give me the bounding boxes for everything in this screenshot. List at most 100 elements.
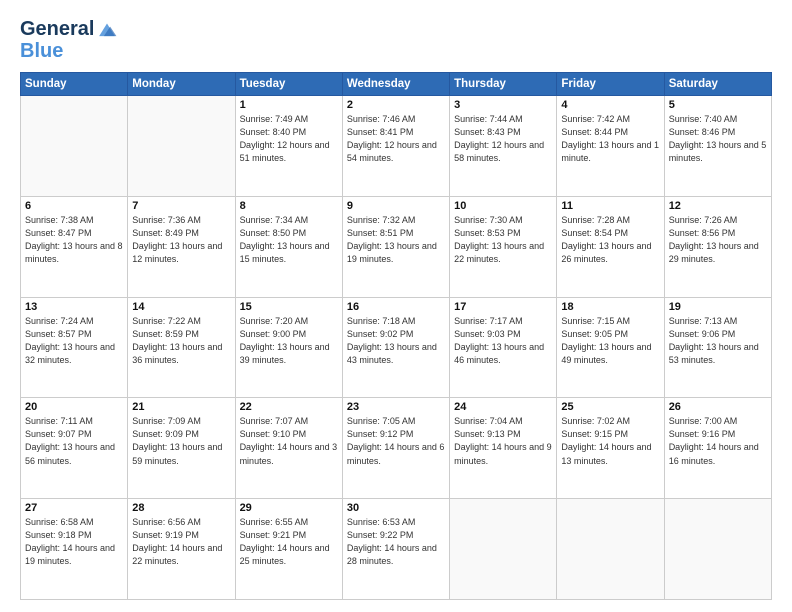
calendar-cell (128, 96, 235, 197)
calendar-cell (664, 499, 771, 600)
calendar-cell: 22 Sunrise: 7:07 AM Sunset: 9:10 PM Dayli… (235, 398, 342, 499)
calendar-cell: 19 Sunrise: 7:13 AM Sunset: 9:06 PM Dayli… (664, 297, 771, 398)
day-number: 23 (347, 401, 445, 413)
day-number: 15 (240, 301, 338, 313)
day-info: Sunrise: 7:30 AM Sunset: 8:53 PM Dayligh… (454, 214, 552, 266)
day-number: 6 (25, 200, 123, 212)
calendar-cell: 14 Sunrise: 7:22 AM Sunset: 8:59 PM Dayli… (128, 297, 235, 398)
calendar-cell: 30 Sunrise: 6:53 AM Sunset: 9:22 PM Dayli… (342, 499, 449, 600)
week-row-2: 6 Sunrise: 7:38 AM Sunset: 8:47 PM Daylig… (21, 196, 772, 297)
weekday-header-monday: Monday (128, 73, 235, 96)
weekday-header-sunday: Sunday (21, 73, 128, 96)
day-number: 20 (25, 401, 123, 413)
day-number: 21 (132, 401, 230, 413)
calendar-cell: 4 Sunrise: 7:42 AM Sunset: 8:44 PM Daylig… (557, 96, 664, 197)
weekday-header-thursday: Thursday (450, 73, 557, 96)
day-info: Sunrise: 7:28 AM Sunset: 8:54 PM Dayligh… (561, 214, 659, 266)
day-info: Sunrise: 7:40 AM Sunset: 8:46 PM Dayligh… (669, 113, 767, 165)
calendar-cell: 3Sunrise: 7:44 AM Sunset: 8:43 PM Daylig… (450, 96, 557, 197)
day-info: Sunrise: 7:11 AM Sunset: 9:07 PM Dayligh… (25, 415, 123, 467)
calendar-cell: 18 Sunrise: 7:15 AM Sunset: 9:05 PM Dayli… (557, 297, 664, 398)
day-info: Sunrise: 7:18 AM Sunset: 9:02 PM Dayligh… (347, 315, 445, 367)
day-number: 26 (669, 401, 767, 413)
week-row-5: 27 Sunrise: 6:58 AM Sunset: 9:18 PM Dayli… (21, 499, 772, 600)
calendar-cell: 9 Sunrise: 7:32 AM Sunset: 8:51 PM Daylig… (342, 196, 449, 297)
day-info: Sunrise: 7:04 AM Sunset: 9:13 PM Dayligh… (454, 415, 552, 467)
day-info: Sunrise: 6:56 AM Sunset: 9:19 PM Dayligh… (132, 516, 230, 568)
weekday-header-saturday: Saturday (664, 73, 771, 96)
weekday-header-wednesday: Wednesday (342, 73, 449, 96)
day-info: Sunrise: 7:02 AM Sunset: 9:15 PM Dayligh… (561, 415, 659, 467)
day-number: 8 (240, 200, 338, 212)
calendar-cell: 23Sunrise: 7:05 AM Sunset: 9:12 PM Dayli… (342, 398, 449, 499)
calendar-cell: 10 Sunrise: 7:30 AM Sunset: 8:53 PM Dayli… (450, 196, 557, 297)
day-number: 11 (561, 200, 659, 212)
day-number: 13 (25, 301, 123, 313)
calendar-cell: 5 Sunrise: 7:40 AM Sunset: 8:46 PM Daylig… (664, 96, 771, 197)
day-number: 1 (240, 99, 338, 111)
day-number: 4 (561, 99, 659, 111)
logo-text-general: General (20, 18, 94, 40)
calendar-cell: 6 Sunrise: 7:38 AM Sunset: 8:47 PM Daylig… (21, 196, 128, 297)
day-number: 12 (669, 200, 767, 212)
day-number: 16 (347, 301, 445, 313)
calendar-table: SundayMondayTuesdayWednesdayThursdayFrid… (20, 72, 772, 600)
day-number: 30 (347, 502, 445, 514)
day-number: 27 (25, 502, 123, 514)
day-number: 14 (132, 301, 230, 313)
day-info: Sunrise: 6:58 AM Sunset: 9:18 PM Dayligh… (25, 516, 123, 568)
day-number: 9 (347, 200, 445, 212)
logo: General Blue (20, 18, 118, 62)
day-number: 17 (454, 301, 552, 313)
day-info: Sunrise: 7:32 AM Sunset: 8:51 PM Dayligh… (347, 214, 445, 266)
day-info: Sunrise: 7:42 AM Sunset: 8:44 PM Dayligh… (561, 113, 659, 165)
week-row-3: 13 Sunrise: 7:24 AM Sunset: 8:57 PM Dayli… (21, 297, 772, 398)
calendar-cell: 25 Sunrise: 7:02 AM Sunset: 9:15 PM Dayli… (557, 398, 664, 499)
calendar-cell: 26 Sunrise: 7:00 AM Sunset: 9:16 PM Dayli… (664, 398, 771, 499)
calendar-cell: 7 Sunrise: 7:36 AM Sunset: 8:49 PM Daylig… (128, 196, 235, 297)
day-number: 25 (561, 401, 659, 413)
calendar-cell: 27 Sunrise: 6:58 AM Sunset: 9:18 PM Dayli… (21, 499, 128, 600)
day-info: Sunrise: 7:22 AM Sunset: 8:59 PM Dayligh… (132, 315, 230, 367)
calendar-cell: 15Sunrise: 7:20 AM Sunset: 9:00 PM Dayli… (235, 297, 342, 398)
day-number: 19 (669, 301, 767, 313)
day-number: 22 (240, 401, 338, 413)
day-info: Sunrise: 6:53 AM Sunset: 9:22 PM Dayligh… (347, 516, 445, 568)
calendar-cell (557, 499, 664, 600)
day-info: Sunrise: 7:38 AM Sunset: 8:47 PM Dayligh… (25, 214, 123, 266)
day-number: 28 (132, 502, 230, 514)
calendar-cell: 21Sunrise: 7:09 AM Sunset: 9:09 PM Dayli… (128, 398, 235, 499)
day-info: Sunrise: 7:34 AM Sunset: 8:50 PM Dayligh… (240, 214, 338, 266)
day-info: Sunrise: 7:49 AM Sunset: 8:40 PM Dayligh… (240, 113, 338, 165)
day-number: 18 (561, 301, 659, 313)
calendar-cell: 11 Sunrise: 7:28 AM Sunset: 8:54 PM Dayli… (557, 196, 664, 297)
day-info: Sunrise: 7:07 AM Sunset: 9:10 PM Dayligh… (240, 415, 338, 467)
day-info: Sunrise: 7:46 AM Sunset: 8:41 PM Dayligh… (347, 113, 445, 165)
day-info: Sunrise: 7:36 AM Sunset: 8:49 PM Dayligh… (132, 214, 230, 266)
calendar-cell: 24 Sunrise: 7:04 AM Sunset: 9:13 PM Dayli… (450, 398, 557, 499)
day-number: 2 (347, 99, 445, 111)
logo-text-blue: Blue (20, 40, 63, 62)
week-row-4: 20 Sunrise: 7:11 AM Sunset: 9:07 PM Dayli… (21, 398, 772, 499)
day-number: 24 (454, 401, 552, 413)
day-info: Sunrise: 7:15 AM Sunset: 9:05 PM Dayligh… (561, 315, 659, 367)
calendar-cell: 17 Sunrise: 7:17 AM Sunset: 9:03 PM Dayli… (450, 297, 557, 398)
calendar-cell: 12Sunrise: 7:26 AM Sunset: 8:56 PM Dayli… (664, 196, 771, 297)
day-info: Sunrise: 7:24 AM Sunset: 8:57 PM Dayligh… (25, 315, 123, 367)
calendar-cell: 20 Sunrise: 7:11 AM Sunset: 9:07 PM Dayli… (21, 398, 128, 499)
day-number: 29 (240, 502, 338, 514)
calendar-cell: 29Sunrise: 6:55 AM Sunset: 9:21 PM Dayli… (235, 499, 342, 600)
logo-icon (96, 18, 118, 40)
calendar-cell: 13 Sunrise: 7:24 AM Sunset: 8:57 PM Dayli… (21, 297, 128, 398)
day-info: Sunrise: 7:00 AM Sunset: 9:16 PM Dayligh… (669, 415, 767, 467)
day-info: Sunrise: 7:13 AM Sunset: 9:06 PM Dayligh… (669, 315, 767, 367)
day-number: 5 (669, 99, 767, 111)
weekday-header-friday: Friday (557, 73, 664, 96)
day-number: 7 (132, 200, 230, 212)
day-info: Sunrise: 7:17 AM Sunset: 9:03 PM Dayligh… (454, 315, 552, 367)
day-number: 10 (454, 200, 552, 212)
weekday-header-row: SundayMondayTuesdayWednesdayThursdayFrid… (21, 73, 772, 96)
calendar-cell: 8 Sunrise: 7:34 AM Sunset: 8:50 PM Daylig… (235, 196, 342, 297)
calendar-cell: 28 Sunrise: 6:56 AM Sunset: 9:19 PM Dayli… (128, 499, 235, 600)
day-info: Sunrise: 7:44 AM Sunset: 8:43 PM Dayligh… (454, 113, 552, 165)
